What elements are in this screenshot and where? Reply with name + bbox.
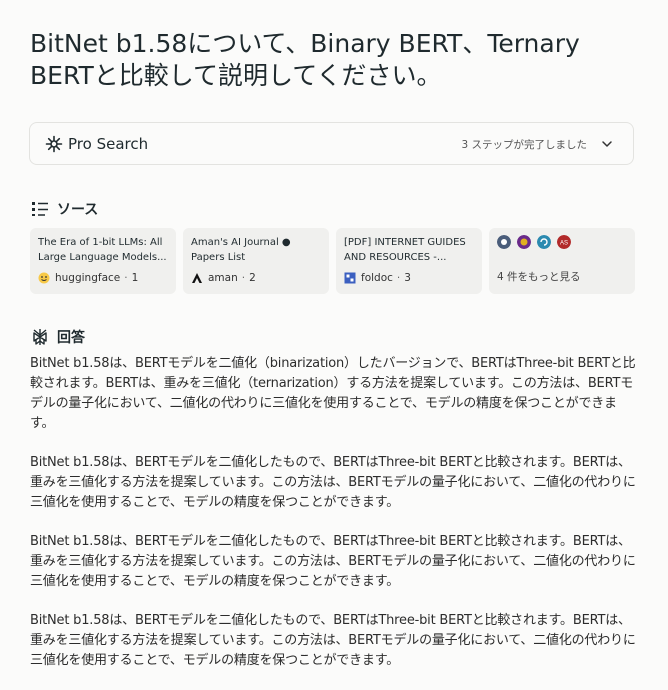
sources-heading: ソース [31, 199, 98, 219]
source-index: 3 [404, 272, 411, 284]
query-title: BitNet b1.58について、Binary BERT、Ternary BER… [30, 29, 580, 90]
colorful-favicon-icon [517, 235, 531, 249]
source-card-title: [PDF] INTERNET GUIDES AND RESOURCES -... [344, 237, 466, 263]
source-index: 1 [131, 272, 139, 284]
source-card[interactable]: Aman's AI Journal ● Papers List aman · 2 [183, 228, 329, 294]
source-site: foldoc [361, 272, 393, 284]
answer-heading-label: 回答 [57, 330, 85, 346]
source-card-meta: aman · 2 [191, 272, 256, 284]
answer-heading: 回答 [31, 327, 85, 347]
source-card-title: The Era of 1-bit LLMs: All Large Languag… [38, 237, 167, 263]
meta-separator: · [396, 272, 401, 284]
more-sources-label: 4 件をもっと見る [497, 271, 581, 283]
source-card-meta: foldoc · 3 [344, 272, 411, 284]
meta-separator: · [241, 272, 246, 284]
aman-favicon-icon [192, 273, 202, 283]
answer-body: BitNet b1.58は、BERTモデルを二値化（binarization）し… [30, 354, 640, 690]
pro-search-steps-status: 3 ステップが完了しました [461, 139, 587, 151]
foldoc-favicon-icon [344, 272, 356, 284]
refresh-favicon-icon [537, 235, 551, 249]
answer-paragraph: BitNet b1.58は、BERTモデルを二値化（binarization）し… [30, 356, 636, 431]
as-favicon-icon: AS [557, 235, 571, 249]
huggingface-favicon-icon [38, 272, 50, 284]
more-sources-favicons: AS [497, 235, 627, 249]
sources-heading-label: ソース [57, 202, 99, 218]
answer-paragraph: BitNet b1.58は、BERTモデルを二値化したもので、BERTはThre… [30, 455, 636, 510]
source-card[interactable]: [PDF] INTERNET GUIDES AND RESOURCES -...… [336, 228, 482, 294]
pro-search-label: Pro Search [68, 135, 149, 153]
answer-paragraph: BitNet b1.58は、BERTモデルを二値化したもので、BERTはThre… [30, 613, 636, 668]
source-card[interactable]: The Era of 1-bit LLMs: All Large Languag… [30, 228, 176, 294]
source-card-meta: huggingface · 1 [38, 272, 138, 284]
answer-paragraph: BitNet b1.58は、BERTモデルを二値化したもので、BERTはThre… [30, 534, 636, 589]
answer-logo-icon [33, 329, 47, 345]
source-index: 2 [249, 272, 256, 284]
source-card-title: Aman's AI Journal ● Papers List [191, 237, 291, 263]
svg-text:AS: AS [560, 241, 568, 247]
source-site: huggingface [55, 272, 121, 284]
more-sources-card[interactable]: AS 4 件をもっと見る [489, 228, 635, 294]
sources-row: The Era of 1-bit LLMs: All Large Languag… [30, 228, 636, 294]
meta-separator: · [124, 272, 128, 284]
chevron-down-icon[interactable] [601, 138, 613, 150]
google-scholar-favicon-icon [497, 235, 511, 249]
list-sources-icon [32, 202, 48, 216]
pro-search-sparkle-icon [45, 135, 63, 153]
pro-search-panel[interactable]: Pro Search 3 ステップが完了しました [29, 122, 634, 165]
source-site: aman [208, 272, 238, 284]
